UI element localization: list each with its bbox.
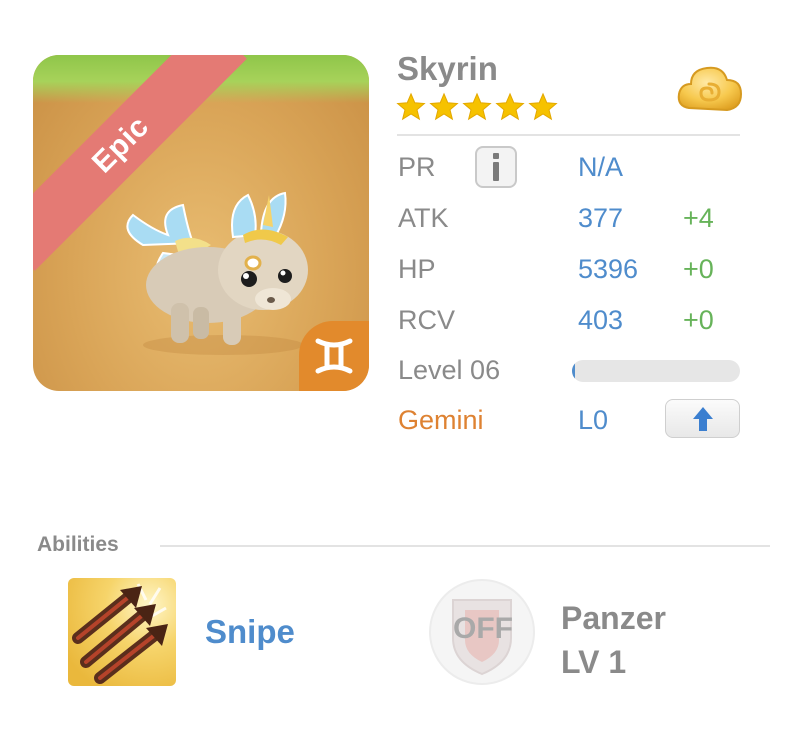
- info-button[interactable]: [475, 146, 517, 188]
- abilities-divider: [160, 545, 770, 547]
- hp-bonus: +0: [683, 254, 714, 284]
- zodiac-badge: [299, 321, 369, 391]
- level-label: Level 06: [398, 355, 501, 385]
- zodiac-level-value: L0: [578, 405, 609, 435]
- pr-value: N/A: [578, 152, 624, 182]
- pet-card[interactable]: Epic: [33, 55, 369, 391]
- rarity-label: Epic: [85, 109, 156, 180]
- hp-label: HP: [398, 254, 436, 284]
- abilities-heading: Abilities: [37, 533, 119, 556]
- passive-name-line1: Panzer: [561, 600, 666, 636]
- atk-label: ATK: [398, 203, 449, 233]
- zodiac-upgrade-button[interactable]: [665, 399, 740, 438]
- header-divider: [397, 134, 740, 136]
- star-icon: [429, 92, 459, 121]
- rcv-bonus: +0: [683, 305, 714, 335]
- passive-level-line: LV 1: [561, 644, 627, 680]
- passive-off-badge: OFF: [453, 612, 513, 645]
- gemini-icon: [315, 338, 353, 374]
- rcv-label: RCV: [398, 305, 456, 335]
- level-progress-bar: [572, 360, 740, 382]
- pr-label: PR: [398, 152, 436, 182]
- info-icon: [493, 153, 499, 181]
- level-progress-fill: [572, 360, 576, 382]
- pet-name: Skyrin: [397, 50, 498, 87]
- atk-value: 377: [578, 203, 624, 233]
- panzer-passive-button[interactable]: OFF: [425, 578, 540, 686]
- star-icon: [462, 92, 492, 121]
- up-arrow-icon: [692, 406, 713, 431]
- star-icon: [528, 92, 558, 121]
- zodiac-label: Gemini: [398, 405, 484, 435]
- star-icon: [396, 92, 426, 121]
- hp-value: 5396: [578, 254, 639, 284]
- snipe-ability-name: Snipe: [205, 613, 295, 650]
- atk-bonus: +4: [683, 203, 714, 233]
- rcv-value: 403: [578, 305, 624, 335]
- panzer-passive-name: Panzer LV 1: [561, 596, 666, 684]
- gold-cloud-icon[interactable]: [675, 62, 743, 120]
- snipe-ability-button[interactable]: [68, 578, 176, 686]
- star-icon: [495, 92, 525, 121]
- snipe-arrows-icon: [68, 578, 176, 686]
- star-rating: [396, 92, 558, 122]
